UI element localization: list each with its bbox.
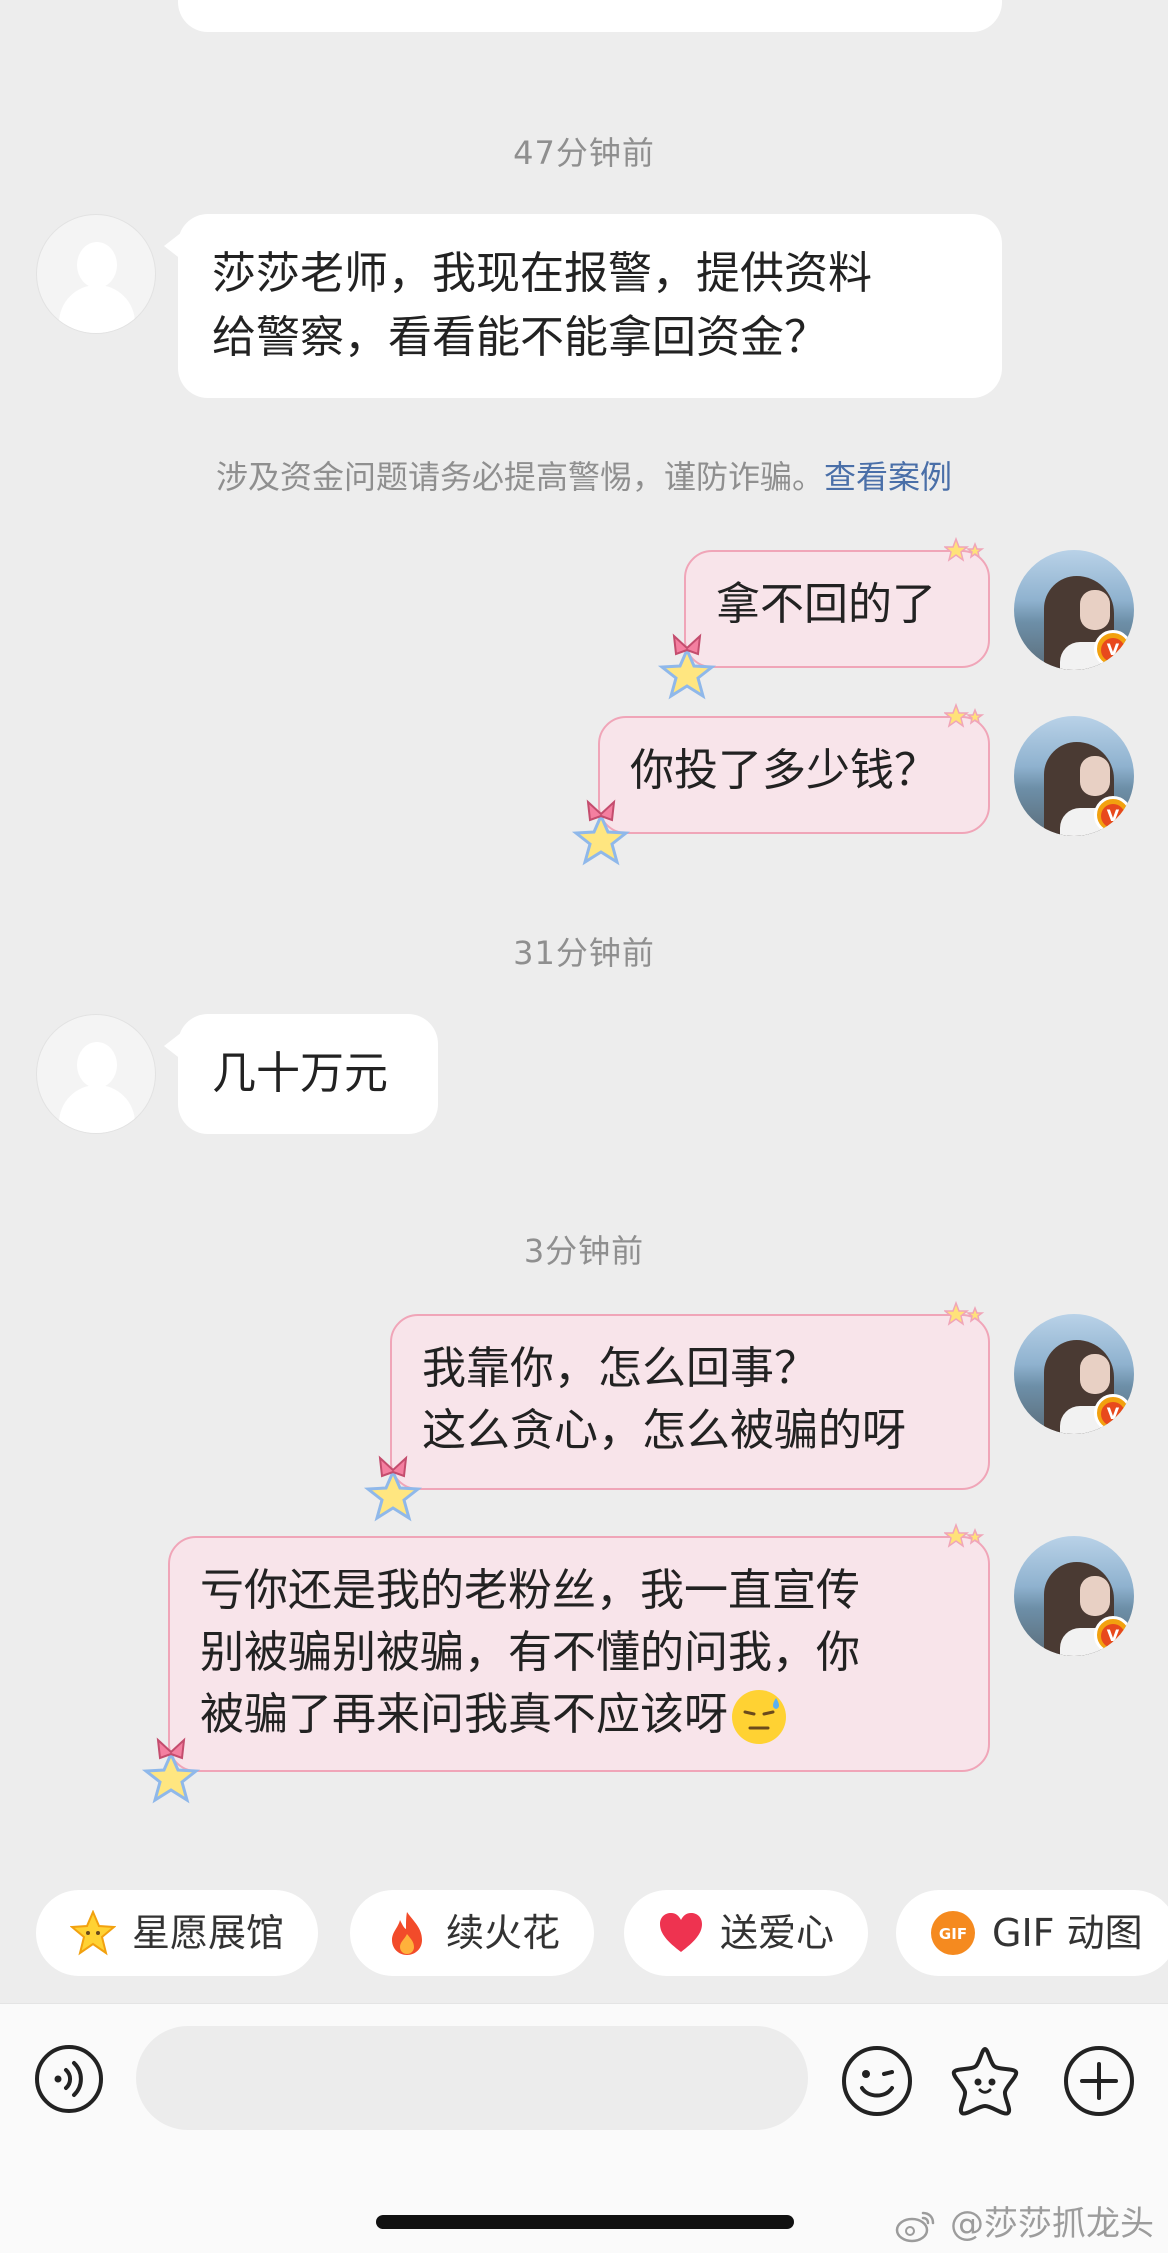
star-decoration-icon xyxy=(944,536,985,562)
fraud-warning: 涉及资金问题请务必提高警惕，谨防诈骗。查看案例 xyxy=(0,452,1168,498)
ribbon-star-decoration-icon xyxy=(657,633,717,700)
message-text: 莎莎老师，我现在报警，提供资料 xyxy=(212,248,872,299)
watermark-text: @莎莎抓龙头 xyxy=(950,2204,1154,2244)
star-face-icon xyxy=(70,1910,116,1956)
heart-icon xyxy=(660,1913,702,1952)
verified-badge-icon: V xyxy=(1094,1616,1132,1654)
star-decoration-icon xyxy=(944,1522,985,1548)
chip-label: 送爱心 xyxy=(720,1911,835,1955)
star-sticker-icon[interactable] xyxy=(948,2044,1022,2118)
avatar-other[interactable] xyxy=(36,1014,156,1134)
quick-action-continue-spark[interactable]: 续火花 xyxy=(350,1890,595,1976)
message-text: 给警察，看看能不能拿回资金？ xyxy=(212,312,828,363)
avatar-self[interactable]: V xyxy=(1014,550,1134,670)
message-text: 被骗了再来问我真不应该呀 xyxy=(200,1689,728,1740)
view-cases-link[interactable]: 查看案例 xyxy=(824,458,952,496)
timestamp: 31分钟前 xyxy=(513,934,655,972)
message-bubble-other[interactable]: 几十万元 xyxy=(164,1014,438,1134)
message-bubble-self[interactable]: 你投了多少钱？ xyxy=(571,702,990,866)
warning-text: 涉及资金问题请务必提高警惕，谨防诈骗。 xyxy=(215,458,824,496)
gif-icon: GIF xyxy=(931,1911,975,1955)
chip-label: GIF 动图 xyxy=(992,1911,1143,1955)
message-text: 几十万元 xyxy=(212,1048,388,1099)
star-decoration-icon xyxy=(944,702,985,728)
quick-action-send-love[interactable]: 送爱心 xyxy=(624,1890,869,1976)
message-text: 这么贪心，怎么被骗的呀 xyxy=(422,1405,906,1456)
chip-label: 续火花 xyxy=(446,1911,561,1955)
avatar-self[interactable]: V xyxy=(1014,716,1134,836)
message-text: 你投了多少钱？ xyxy=(630,745,938,796)
avatar-self[interactable]: V xyxy=(1014,1314,1134,1434)
message-text: 亏你还是我的老粉丝，我一直宣传 xyxy=(200,1565,860,1616)
watermark: @莎莎抓龙头 xyxy=(895,2196,1154,2245)
message-bubble-self[interactable]: 我靠你，怎么回事？ 这么贪心，怎么被骗的呀 xyxy=(363,1300,990,1522)
avatar-self[interactable]: V xyxy=(1014,1536,1134,1656)
message-text: 别被骗别被骗，有不懂的问我，你 xyxy=(200,1627,860,1678)
previous-message-bubble xyxy=(178,0,1002,32)
star-decoration-icon xyxy=(944,1300,985,1326)
message-text: 我靠你，怎么回事？ xyxy=(422,1343,818,1394)
fire-icon xyxy=(392,1912,422,1955)
svg-text:GIF: GIF xyxy=(939,1925,967,1943)
message-input[interactable] xyxy=(136,2026,808,2130)
message-bubble-self[interactable]: 亏你还是我的老粉丝，我一直宣传 别被骗别被骗，有不懂的问我，你 被骗了再来问我真… xyxy=(141,1522,990,1804)
message-bubble-self[interactable]: 拿不回的了 xyxy=(657,536,990,700)
quick-action-gif[interactable]: GIF GIF 动图 xyxy=(896,1890,1168,1976)
quick-action-wish-gallery[interactable]: 星愿展馆 xyxy=(36,1890,319,1976)
ribbon-star-decoration-icon xyxy=(571,799,631,866)
weibo-logo-icon xyxy=(895,2211,935,2242)
verified-badge-icon: V xyxy=(1094,630,1132,668)
home-indicator[interactable] xyxy=(376,2215,794,2229)
message-text: 拿不回的了 xyxy=(716,579,936,630)
plus-icon[interactable] xyxy=(1062,2044,1136,2118)
verified-badge-icon: V xyxy=(1094,1394,1132,1432)
chip-label: 星愿展馆 xyxy=(132,1911,285,1955)
voice-input-icon[interactable] xyxy=(34,2044,104,2114)
sweat-emoji-icon xyxy=(732,1690,786,1744)
timestamp: 47分钟前 xyxy=(513,134,655,172)
avatar-other[interactable] xyxy=(36,214,156,334)
ribbon-star-decoration-icon xyxy=(363,1455,423,1522)
chat-area[interactable]: 47分钟前 莎莎老师，我现在报警，提供资料 给警察，看看能不能拿回资金？ 涉及资… xyxy=(0,0,1168,2000)
verified-badge-icon: V xyxy=(1094,796,1132,834)
ribbon-star-decoration-icon xyxy=(141,1737,201,1804)
emoji-icon[interactable] xyxy=(840,2044,914,2118)
quick-action-bar: 星愿展馆 续火花 送爱心 GIF GIF 动图 xyxy=(0,1890,1168,1980)
message-bubble-other[interactable]: 莎莎老师，我现在报警，提供资料 给警察，看看能不能拿回资金？ xyxy=(164,214,1002,398)
timestamp: 3分钟前 xyxy=(523,1232,645,1270)
